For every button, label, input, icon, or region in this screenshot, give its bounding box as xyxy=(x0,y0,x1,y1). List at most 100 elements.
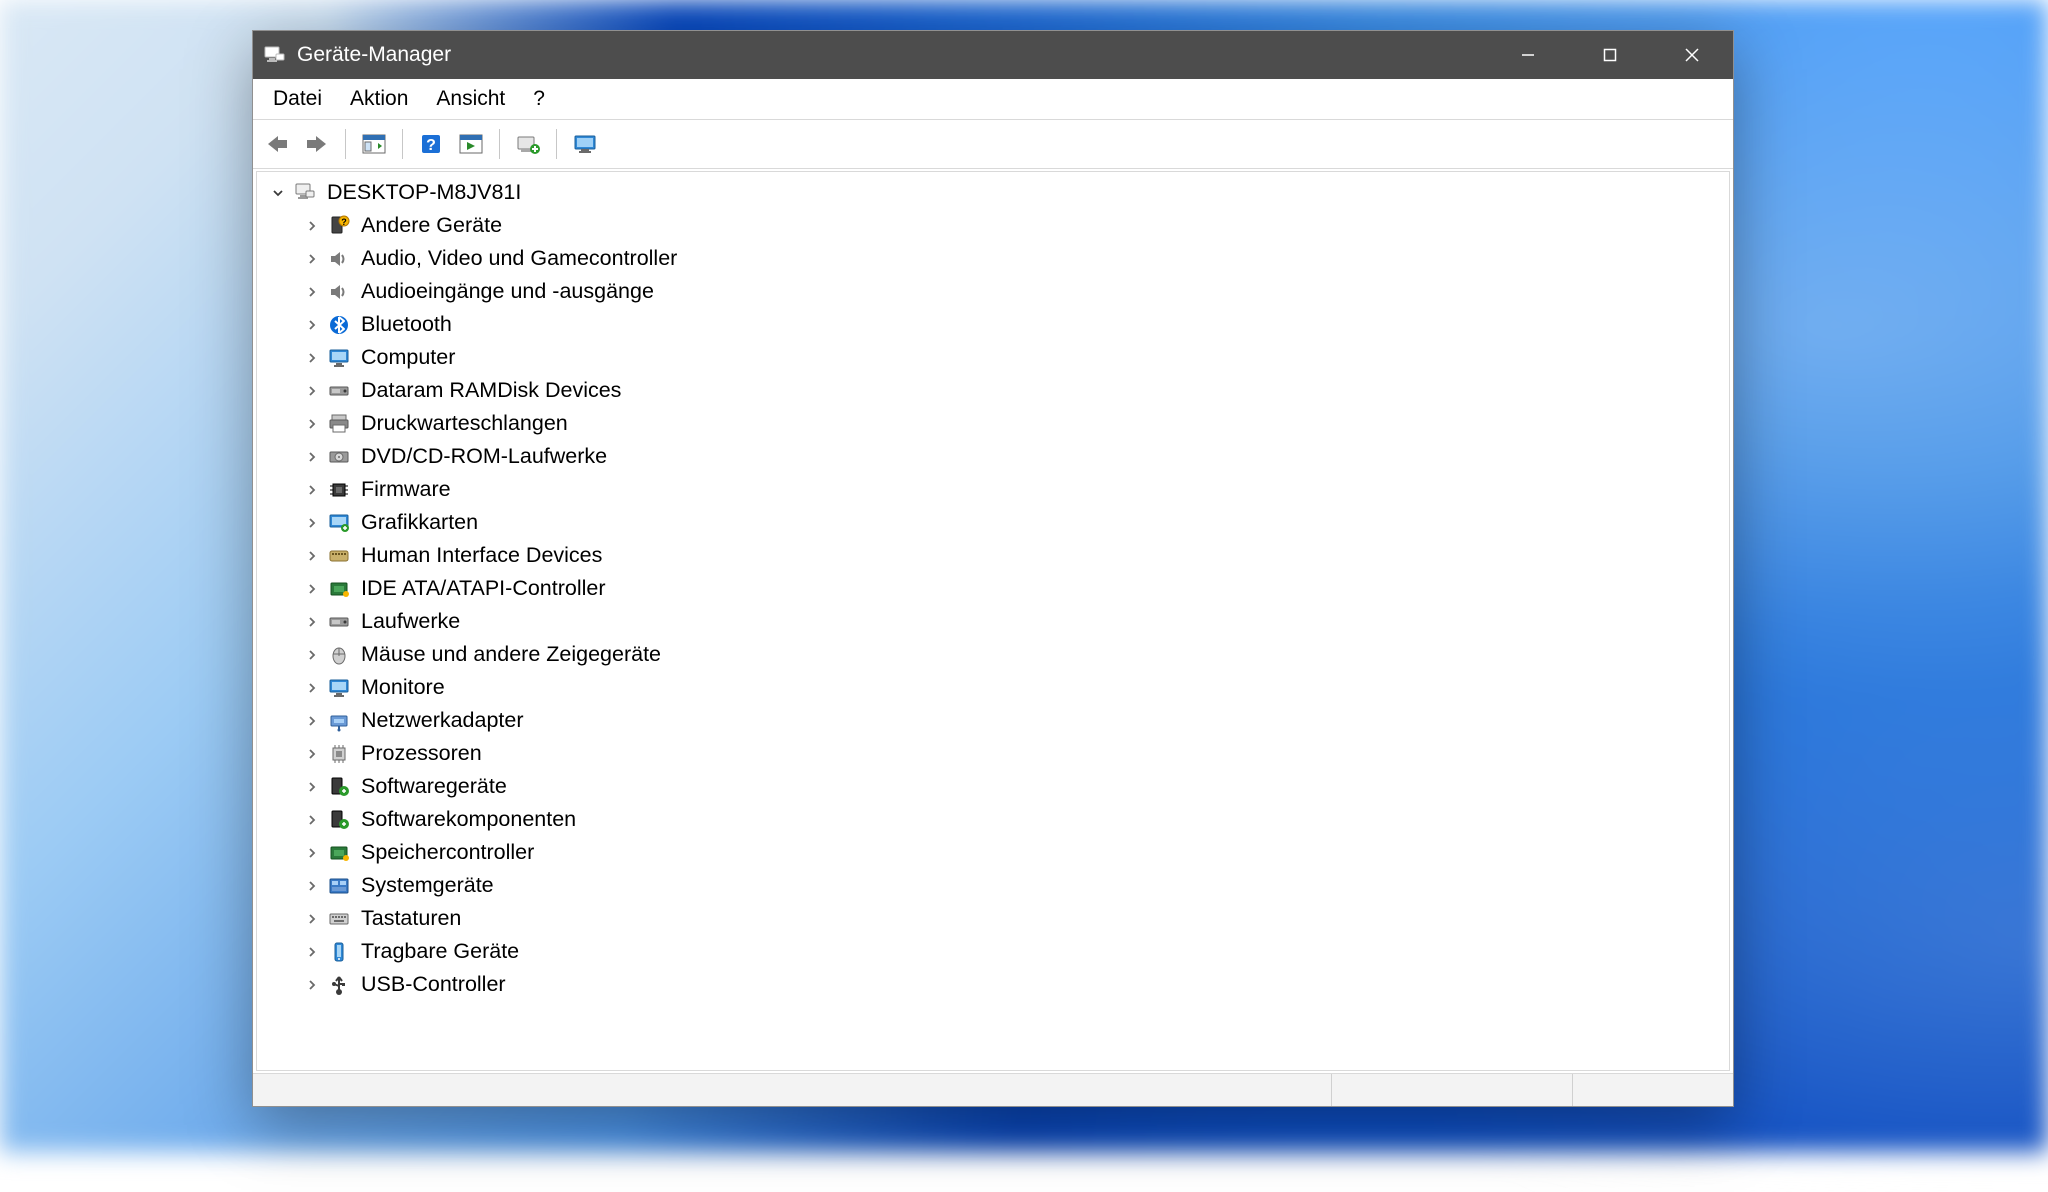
tree-category[interactable]: DVD/CD-ROM-Laufwerke xyxy=(257,440,1729,473)
tree-category[interactable]: Speichercontroller xyxy=(257,836,1729,869)
tree-category[interactable]: Dataram RAMDisk Devices xyxy=(257,374,1729,407)
tree-category[interactable]: Softwarekomponenten xyxy=(257,803,1729,836)
chevron-right-icon[interactable] xyxy=(301,413,323,435)
chevron-right-icon[interactable] xyxy=(301,611,323,633)
tree-category[interactable]: USB-Controller xyxy=(257,968,1729,1001)
scan-hardware-button[interactable] xyxy=(567,126,603,162)
tree-category[interactable]: Firmware xyxy=(257,473,1729,506)
chevron-right-icon[interactable] xyxy=(301,842,323,864)
close-button[interactable] xyxy=(1651,31,1733,79)
tree-category-label: USB-Controller xyxy=(361,972,506,997)
chevron-right-icon[interactable] xyxy=(301,743,323,765)
tree-category[interactable]: Computer xyxy=(257,341,1729,374)
chevron-right-icon[interactable] xyxy=(301,314,323,336)
update-driver-button[interactable] xyxy=(453,126,489,162)
audio-icon xyxy=(327,280,351,304)
menu-label: Ansicht xyxy=(436,87,505,110)
tree-category-label: Human Interface Devices xyxy=(361,543,602,568)
tree-category[interactable]: Tragbare Geräte xyxy=(257,935,1729,968)
tree-category-label: Computer xyxy=(361,345,455,370)
chevron-right-icon[interactable] xyxy=(301,941,323,963)
tree-category[interactable]: Monitore xyxy=(257,671,1729,704)
display-adapter-icon xyxy=(327,511,351,535)
tree-category-label: Bluetooth xyxy=(361,312,452,337)
chevron-right-icon[interactable] xyxy=(301,908,323,930)
chip-icon xyxy=(327,478,351,502)
chevron-right-icon[interactable] xyxy=(301,479,323,501)
tree-category-label: Audio, Video und Gamecontroller xyxy=(361,246,677,271)
tree-category[interactable]: IDE ATA/ATAPI-Controller xyxy=(257,572,1729,605)
menubar: Datei Aktion Ansicht ? xyxy=(253,79,1733,120)
tree-category[interactable]: Netzwerkadapter xyxy=(257,704,1729,737)
chevron-right-icon[interactable] xyxy=(301,710,323,732)
tree-category[interactable]: Prozessoren xyxy=(257,737,1729,770)
chevron-right-icon[interactable] xyxy=(301,215,323,237)
tree-category-label: Mäuse und andere Zeigegeräte xyxy=(361,642,661,667)
menu-datei[interactable]: Datei xyxy=(259,81,336,117)
chevron-right-icon[interactable] xyxy=(301,677,323,699)
tree-category-label: Systemgeräte xyxy=(361,873,494,898)
tree-category[interactable]: Grafikkarten xyxy=(257,506,1729,539)
status-cell xyxy=(253,1074,1331,1106)
toolbar-separator xyxy=(345,129,346,159)
menu-aktion[interactable]: Aktion xyxy=(336,81,422,117)
chevron-right-icon[interactable] xyxy=(301,446,323,468)
chevron-right-icon[interactable] xyxy=(301,578,323,600)
chevron-right-icon[interactable] xyxy=(301,347,323,369)
minimize-button[interactable] xyxy=(1487,31,1569,79)
chevron-right-icon[interactable] xyxy=(301,248,323,270)
toolbar-separator xyxy=(402,129,403,159)
tree-category[interactable]: Systemgeräte xyxy=(257,869,1729,902)
chevron-right-icon[interactable] xyxy=(301,974,323,996)
forward-button[interactable] xyxy=(299,126,335,162)
toolbar: ? xyxy=(253,120,1733,169)
tree-category[interactable]: Bluetooth xyxy=(257,308,1729,341)
storage-controller-icon xyxy=(327,841,351,865)
chevron-down-icon[interactable] xyxy=(267,182,289,204)
chevron-right-icon[interactable] xyxy=(301,545,323,567)
tree-category[interactable]: Audioeingänge und -ausgänge xyxy=(257,275,1729,308)
tree-category[interactable]: Softwaregeräte xyxy=(257,770,1729,803)
status-cell xyxy=(1331,1074,1572,1106)
tree-category-label: Softwarekomponenten xyxy=(361,807,576,832)
chevron-right-icon[interactable] xyxy=(301,281,323,303)
tree-category[interactable]: Human Interface Devices xyxy=(257,539,1729,572)
tree-category-label: Tastaturen xyxy=(361,906,461,931)
chevron-right-icon[interactable] xyxy=(301,875,323,897)
help-button[interactable]: ? xyxy=(413,126,449,162)
optical-icon xyxy=(327,445,351,469)
tree-category-label: Laufwerke xyxy=(361,609,460,634)
menu-label: Aktion xyxy=(350,87,408,110)
tree-category-label: Tragbare Geräte xyxy=(361,939,519,964)
toolbar-separator xyxy=(556,129,557,159)
titlebar[interactable]: Geräte-Manager xyxy=(253,31,1733,79)
tree-category[interactable]: Audio, Video und Gamecontroller xyxy=(257,242,1729,275)
show-hide-console-tree-button[interactable] xyxy=(356,126,392,162)
uninstall-device-button[interactable] xyxy=(510,126,546,162)
tree-category-label: Netzwerkadapter xyxy=(361,708,524,733)
tree-category[interactable]: Druckwarteschlangen xyxy=(257,407,1729,440)
network-icon xyxy=(327,709,351,733)
chevron-right-icon[interactable] xyxy=(301,512,323,534)
tree-category-label: IDE ATA/ATAPI-Controller xyxy=(361,576,606,601)
portable-icon xyxy=(327,940,351,964)
computer-icon xyxy=(293,181,317,205)
software-icon xyxy=(327,775,351,799)
chevron-right-icon[interactable] xyxy=(301,809,323,831)
maximize-button[interactable] xyxy=(1569,31,1651,79)
tree-category[interactable]: ? Andere Geräte xyxy=(257,209,1729,242)
tree-category[interactable]: Mäuse und andere Zeigegeräte xyxy=(257,638,1729,671)
menu-ansicht[interactable]: Ansicht xyxy=(422,81,519,117)
chevron-right-icon[interactable] xyxy=(301,776,323,798)
disk-icon xyxy=(327,610,351,634)
monitor-icon xyxy=(327,676,351,700)
chevron-right-icon[interactable] xyxy=(301,380,323,402)
device-tree[interactable]: DESKTOP-M8JV81I ? Andere Geräte Audio, V… xyxy=(256,171,1730,1071)
menu-help[interactable]: ? xyxy=(519,81,559,117)
mouse-icon xyxy=(327,643,351,667)
chevron-right-icon[interactable] xyxy=(301,644,323,666)
tree-category[interactable]: Laufwerke xyxy=(257,605,1729,638)
tree-root[interactable]: DESKTOP-M8JV81I xyxy=(257,176,1729,209)
back-button[interactable] xyxy=(259,126,295,162)
tree-category[interactable]: Tastaturen xyxy=(257,902,1729,935)
